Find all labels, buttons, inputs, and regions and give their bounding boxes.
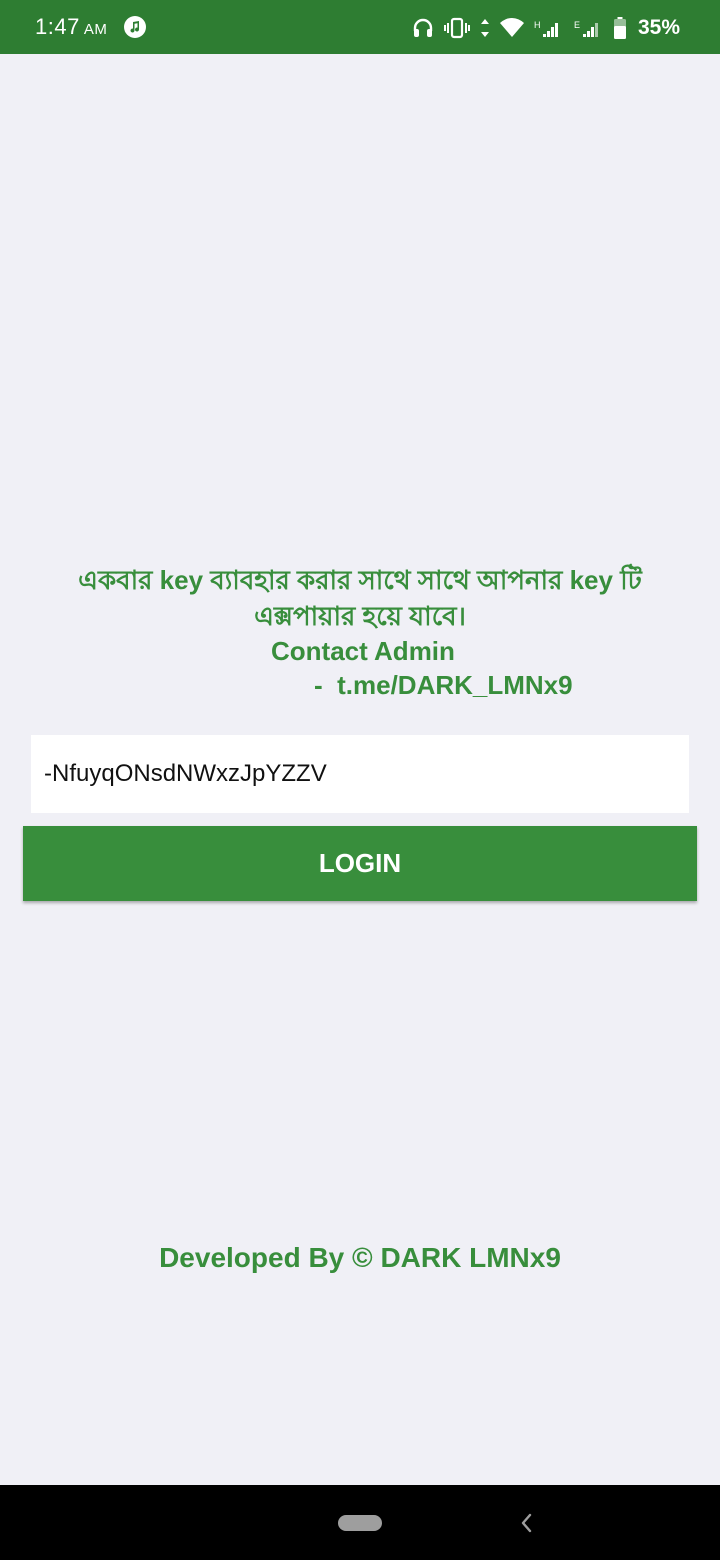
svg-text:H: H [534,20,541,30]
login-button[interactable]: LOGIN [23,826,697,901]
battery-percent: 35% [637,16,680,39]
wifi-icon [499,18,524,37]
navigation-bar [0,1485,720,1560]
battery-icon [613,17,626,39]
signal-h-icon: H [534,20,558,37]
data-arrows-icon [480,19,489,37]
back-chevron-icon[interactable] [518,1512,534,1534]
key-expiry-notice: একবার key ব্যাবহার করার সাথে সাথে আপনার … [0,562,720,634]
status-bar: 1:47 AM H E 35% [0,0,720,54]
notice-line-1: একবার key ব্যাবহার করার সাথে সাথে আপনার … [78,565,642,595]
clock-ampm: AM [83,21,108,38]
svg-text:E: E [574,20,580,30]
login-screen: 1:47 AM H E 35% একবার key ব্যাবহার করার … [0,0,720,1560]
headset-icon [413,18,433,37]
telegram-link[interactable]: - t.me/DARK_LMNx9 [314,670,573,701]
clock-time: 1:47 [35,14,80,39]
developer-credit: Developed By © DARK LMNx9 [159,1242,561,1273]
notice-line-2: এক্সপায়ার হয়ে যাবে। [254,601,466,631]
home-pill-icon[interactable] [338,1515,382,1531]
signal-e-icon: E [574,20,598,37]
status-time: 1:47 AM [35,14,107,40]
contact-admin-label: Contact Admin [271,636,455,666]
music-icon [124,16,146,38]
status-icons: H E 35% [412,15,680,41]
key-input[interactable] [31,735,689,813]
vibrate-icon [443,17,470,39]
